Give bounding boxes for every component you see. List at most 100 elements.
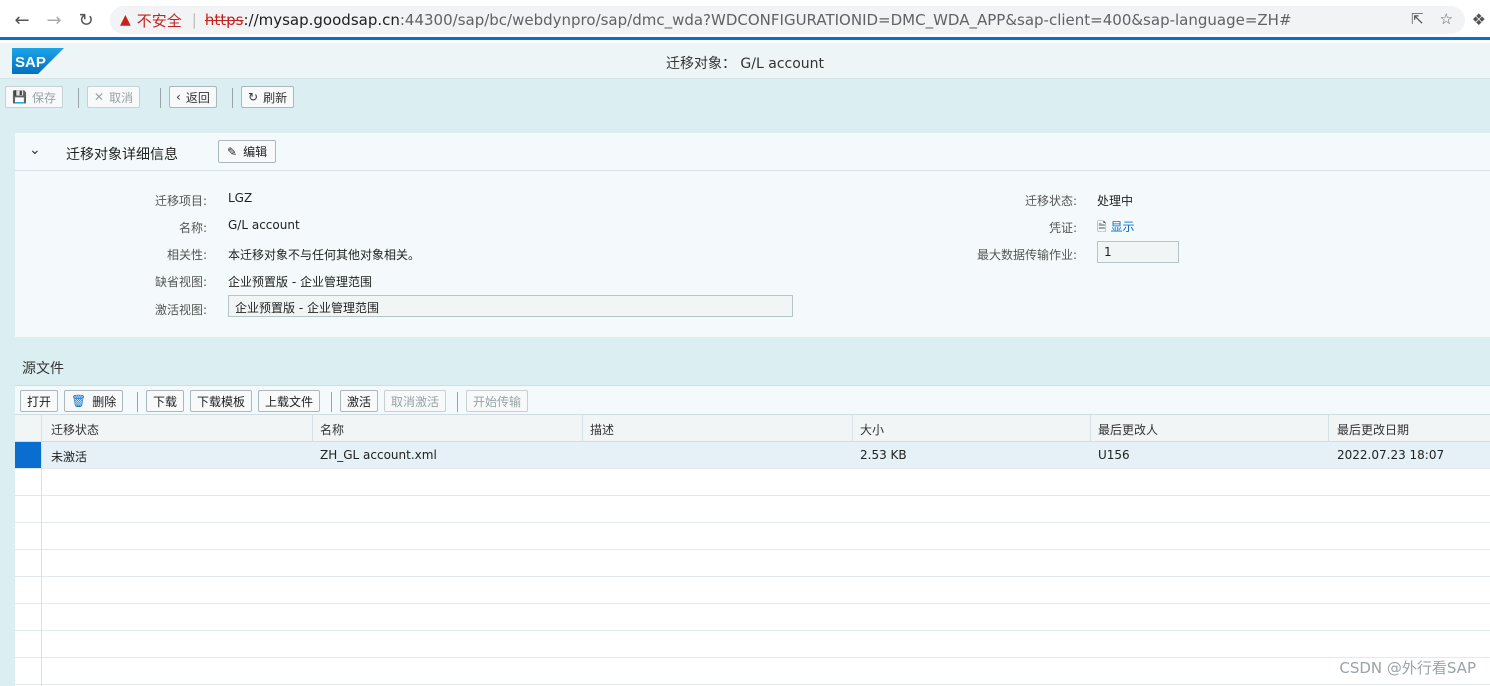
relevance-value: 本迁移对象不与任何其他对象相关。 <box>228 248 421 262</box>
edit-button[interactable]: ✎ 编辑 <box>218 140 277 163</box>
details-panel-body: 迁移项目: LGZ 名称: G/L account 相关性: 本迁移对象不与任何… <box>15 171 1490 337</box>
url-scheme: https <box>204 11 244 29</box>
document-icon: 🗎 <box>1097 220 1107 234</box>
toolbar-divider <box>160 88 161 108</box>
main-toolbar: 💾 保存 ✕ 取消 ‹ 返回 ↻ 刷新 <box>0 79 1490 117</box>
download-template-label: 下载模板 <box>197 394 246 409</box>
security-status: 不安全 <box>136 11 182 30</box>
reload-icon[interactable]: ↻ <box>74 8 98 32</box>
max-jobs-field[interactable]: 1 <box>1097 241 1179 263</box>
active-view-label: 激活视图: <box>154 303 207 317</box>
upload-file-button[interactable]: 上载文件 <box>258 390 321 412</box>
project-value: LGZ <box>228 191 253 205</box>
column-header-size[interactable]: 大小 <box>860 421 884 438</box>
toolbar-divider <box>232 88 233 108</box>
column-divider <box>1090 415 1091 442</box>
empty-table-row <box>15 469 1490 496</box>
open-button[interactable]: 打开 <box>20 390 59 412</box>
cell-status: 未激活 <box>51 450 88 464</box>
back-label: 返回 <box>185 90 210 105</box>
back-button[interactable]: ‹ 返回 <box>169 86 217 108</box>
empty-table-row <box>15 496 1490 523</box>
divider: | <box>191 11 197 29</box>
source-files-table: 迁移状态 名称 描述 大小 最后更改人 最后更改日期 未激活 ZH_GL acc… <box>15 414 1490 686</box>
source-files-title: 源文件 <box>22 361 64 377</box>
details-panel-header: ⌄ 迁移对象详细信息 ✎ 编辑 <box>15 133 1490 171</box>
download-button[interactable]: 下载 <box>146 390 185 412</box>
cancel-button[interactable]: ✕ 取消 <box>87 86 141 108</box>
chevron-left-icon: ‹ <box>176 90 181 104</box>
name-label: 名称: <box>178 221 207 235</box>
edit-label: 编辑 <box>243 145 268 159</box>
cancel-label: 取消 <box>109 90 134 105</box>
active-view-field: 企业预置版 - 企业管理范围 <box>228 295 793 317</box>
address-bar[interactable]: ▲ 不安全 | https://mysap.goodsap.cn:44300/s… <box>110 6 1465 34</box>
open-label: 打开 <box>27 394 52 409</box>
column-divider <box>312 415 313 442</box>
column-header-changed-date[interactable]: 最后更改日期 <box>1337 421 1409 438</box>
voucher-display-label: 显示 <box>1110 220 1135 234</box>
refresh-label: 刷新 <box>263 90 288 105</box>
start-transfer-button[interactable]: 开始传输 <box>466 390 529 412</box>
close-icon: ✕ <box>94 90 105 104</box>
empty-table-row <box>15 631 1490 658</box>
column-header-changed-by[interactable]: 最后更改人 <box>1098 421 1158 438</box>
deactivate-label: 取消激活 <box>391 394 440 409</box>
empty-table-row <box>15 658 1490 685</box>
activate-button[interactable]: 激活 <box>340 390 379 412</box>
save-button[interactable]: 💾 保存 <box>5 86 63 108</box>
voucher-display-link[interactable]: 🗎 显示 <box>1097 218 1135 239</box>
url-path: :44300/sap/bc/webdynpro/sap/dmc_wda?WDCO… <box>399 11 1292 29</box>
pencil-icon: ✎ <box>227 144 238 159</box>
deactivate-button[interactable]: 取消激活 <box>384 390 447 412</box>
bookmark-star-icon[interactable]: ☆ <box>1440 10 1453 28</box>
column-divider <box>852 415 853 442</box>
extensions-icon[interactable]: ❖ <box>1472 10 1486 29</box>
default-view-label: 缺省视图: <box>154 275 207 289</box>
upload-file-label: 上载文件 <box>265 394 314 409</box>
max-jobs-label: 最大数据传输作业: <box>976 248 1077 262</box>
url-host: ://mysap.goodsap.cn <box>243 11 400 29</box>
trash-icon: 🗑 <box>71 394 87 408</box>
refresh-button[interactable]: ↻ 刷新 <box>241 86 295 108</box>
start-transfer-label: 开始传输 <box>473 394 522 409</box>
download-label: 下载 <box>153 394 178 409</box>
delete-label: 删除 <box>92 394 117 409</box>
column-divider <box>582 415 583 442</box>
share-icon[interactable]: ⇱ <box>1411 10 1424 28</box>
cell-changed-date: 2022.07.23 18:07 <box>1337 448 1445 462</box>
page-title: 迁移对象： G/L account <box>665 56 825 72</box>
save-icon: 💾 <box>12 90 27 104</box>
relevance-label: 相关性: <box>166 248 207 262</box>
column-header-status[interactable]: 迁移状态 <box>51 421 99 438</box>
back-arrow-icon[interactable]: ← <box>10 8 34 32</box>
download-template-button[interactable]: 下载模板 <box>190 390 253 412</box>
sap-shell-bar: SAP 迁移对象： G/L account <box>0 43 1490 79</box>
chevron-down-icon[interactable]: ⌄ <box>29 142 41 158</box>
voucher-label: 凭证: <box>1048 221 1077 235</box>
empty-table-row <box>15 577 1490 604</box>
source-files-toolbar: 打开 🗑 删除 下载 下载模板 上载文件 激活 取消激活 开始传输 <box>15 385 1490 415</box>
status-label: 迁移状态: <box>1024 194 1077 208</box>
toolbar-divider <box>137 392 138 412</box>
empty-table-row <box>15 604 1490 631</box>
table-row[interactable]: 未激活 ZH_GL account.xml 2.53 KB U156 2022.… <box>15 442 1490 469</box>
empty-table-row <box>15 523 1490 550</box>
empty-table-row <box>15 550 1490 577</box>
table-header: 迁移状态 名称 描述 大小 最后更改人 最后更改日期 <box>15 415 1490 442</box>
warning-icon: ▲ <box>120 12 131 28</box>
browser-toolbar: ← → ↻ ▲ 不安全 | https://mysap.goodsap.cn:4… <box>0 0 1490 40</box>
column-divider <box>1328 415 1329 442</box>
cell-changed-by: U156 <box>1098 448 1130 462</box>
forward-arrow-icon[interactable]: → <box>42 8 66 32</box>
toolbar-divider <box>331 392 332 412</box>
default-view-value: 企业预置版 - 企业管理范围 <box>228 275 372 289</box>
delete-button[interactable]: 🗑 删除 <box>64 390 124 412</box>
column-header-name[interactable]: 名称 <box>320 421 344 438</box>
cell-size: 2.53 KB <box>860 448 907 462</box>
column-header-description[interactable]: 描述 <box>590 421 614 438</box>
activate-label: 激活 <box>347 394 372 409</box>
status-value: 处理中 <box>1097 194 1134 208</box>
cell-file-name-link[interactable]: ZH_GL account.xml <box>320 448 437 462</box>
toolbar-divider <box>78 88 79 108</box>
